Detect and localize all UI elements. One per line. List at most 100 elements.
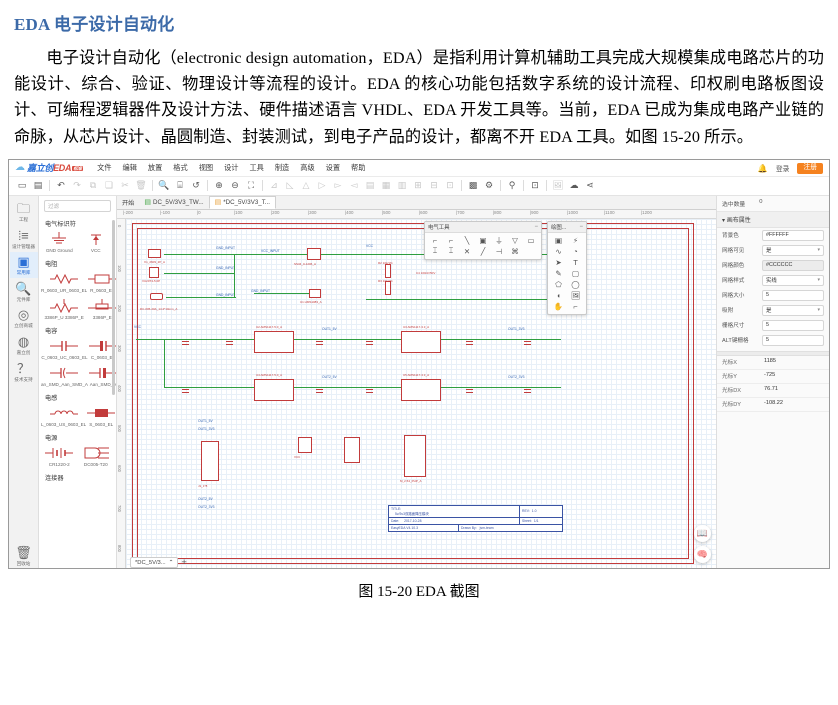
header-j3[interactable] [344, 437, 360, 463]
netflag2-icon[interactable]: ⌶ [443, 246, 459, 257]
settings-gear-icon[interactable]: ⚙ [481, 178, 497, 194]
tab-start[interactable]: 开始 [117, 196, 139, 209]
library-item[interactable]: CR1220-2 [41, 443, 78, 470]
pie-icon[interactable]: ◖ [550, 290, 567, 301]
bus-tool-icon[interactable]: ⌐ [443, 235, 459, 246]
app-logo[interactable]: 嘉立创EDA标准 [27, 161, 83, 174]
pcb-convert-icon[interactable]: ⊡ [527, 178, 543, 194]
bell-icon[interactable]: 🔔 [758, 164, 768, 173]
library-item[interactable]: S_0603_EL [86, 403, 116, 430]
undo-icon[interactable]: ↶ [53, 178, 69, 194]
library-scroll-area[interactable]: 电气标识符GND GroundVCC电阻R_0603_UR_0603_ELR_0… [39, 216, 116, 569]
grid-toggle-icon[interactable]: ▩ [465, 178, 481, 194]
minimize-icon[interactable]: − [534, 224, 538, 230]
zoom-out-icon[interactable]: ⊖ [227, 178, 243, 194]
library-item[interactable]: VCC [78, 229, 115, 256]
pin-icon[interactable]: ╱ [475, 246, 491, 257]
register-button[interactable]: 注册 [797, 163, 823, 174]
no-connect-icon[interactable]: ✕ [459, 246, 475, 257]
sidebar-item-jlc[interactable]: ◍嘉立创 [10, 332, 38, 358]
menu-item-5[interactable]: 设计 [219, 163, 244, 173]
header-j1[interactable] [201, 441, 219, 481]
arc-icon[interactable]: ∿ [550, 246, 567, 257]
connector-p3[interactable] [150, 293, 163, 300]
regulator-u4[interactable] [254, 379, 294, 401]
schematic-sheet[interactable]: Xn_2609_2P_A VU20T4-5.0P DC-005-20A_14.2… [126, 219, 716, 569]
zoom-in-icon[interactable]: ⊕ [211, 178, 227, 194]
menu-item-4[interactable]: 视图 [193, 163, 218, 173]
property-select[interactable]: 实线▾ [762, 275, 824, 286]
share-icon[interactable]: ⋖ [582, 178, 598, 194]
save-icon[interactable]: ▤ [30, 178, 46, 194]
library-item[interactable]: DC005-T20 [78, 443, 115, 470]
sidebar-item-common-library[interactable]: ▣常用库 [10, 252, 38, 278]
drawing-tools-palette[interactable]: 绘图... − ▣⚡∿◔➤T✎▢⬠◯◖🖼✋⌐ [547, 221, 587, 315]
bus-entry-icon[interactable]: ╲ [459, 235, 475, 246]
regulator-u3[interactable] [401, 331, 441, 353]
property-select[interactable]: 是▾ [762, 305, 824, 316]
open-file-icon[interactable]: ▭ [14, 178, 30, 194]
regulator-u1[interactable] [309, 289, 321, 298]
menu-item-10[interactable]: 帮助 [346, 163, 371, 173]
menu-item-0[interactable]: 文件 [92, 163, 117, 173]
menu-item-3[interactable]: 格式 [168, 163, 193, 173]
connector-p2[interactable] [149, 267, 159, 278]
resistor-r2[interactable] [385, 264, 391, 278]
sheet-tab[interactable]: *DC_5V/3... ⌃ [130, 557, 178, 568]
find-replace-icon[interactable]: ⌸ [172, 178, 188, 194]
cloud-save-icon[interactable]: ☁ [566, 178, 582, 194]
image-icon[interactable]: ▣ [550, 235, 567, 246]
text-icon[interactable]: T [567, 257, 584, 268]
drc-check-icon[interactable]: ⚲ [504, 178, 520, 194]
menu-item-7[interactable]: 制造 [269, 163, 294, 173]
search-icon[interactable]: 🔍 [156, 178, 172, 194]
property-input[interactable]: 5 [762, 335, 824, 346]
regulator-u2[interactable] [254, 331, 294, 353]
sidebar-item-component-library[interactable]: 🔍元件库 [10, 279, 38, 305]
menu-item-6[interactable]: 工具 [244, 163, 269, 173]
ai-assistant-fab[interactable]: 🧠 [694, 546, 711, 563]
docs-fab[interactable]: 📖 [694, 525, 711, 542]
library-filter-input[interactable]: 过滤 [44, 200, 111, 212]
polygon-icon[interactable]: ⬠ [550, 279, 567, 290]
chevron-up-icon[interactable]: ⌃ [169, 560, 174, 566]
wire-tool-icon[interactable]: ⌐ [427, 235, 443, 246]
library-item[interactable]: GND Ground [41, 229, 78, 256]
hand-icon[interactable]: ✋ [550, 301, 567, 312]
collapse-triangle-icon[interactable]: ▾ [722, 218, 725, 224]
menu-item-9[interactable]: 设置 [320, 163, 345, 173]
library-item[interactable]: 3386P_U 3386P_E [41, 296, 87, 323]
corner-icon[interactable]: ⌐ [567, 301, 584, 312]
connector-p1[interactable] [148, 249, 161, 258]
bus-pin-icon[interactable]: ⊣ [491, 246, 507, 257]
property-input[interactable]: #FFFFFF [762, 230, 824, 241]
regulator-u5[interactable] [401, 379, 441, 401]
library-scrollbar[interactable] [112, 220, 115, 395]
palette-header[interactable]: 绘图... − [548, 222, 586, 233]
pencil-icon[interactable]: ✎ [550, 268, 567, 279]
property-input[interactable]: 5 [762, 290, 824, 301]
electrical-tools-palette[interactable]: 电气工具 − ⌐⌐╲▣⏚▽▭⌶⌶✕╱⊣⌘ [424, 221, 542, 260]
property-select[interactable]: 是▾ [762, 245, 824, 256]
palette-header[interactable]: 电气工具 − [425, 222, 541, 233]
library-item[interactable]: C_0603_UC_0603_EL [41, 336, 88, 363]
vcc-icon[interactable]: ▽ [507, 235, 523, 246]
menu-item-2[interactable]: 放置 [142, 163, 167, 173]
add-sheet-button[interactable]: + [181, 558, 186, 567]
ellipse-icon[interactable]: ◯ [567, 279, 584, 290]
mosfet-q1[interactable] [307, 248, 321, 260]
library-item[interactable]: R_0603_UR_0603_EL [41, 269, 87, 296]
fit-view-icon[interactable]: ⛶ [243, 178, 259, 194]
rectangle-icon[interactable]: ▢ [567, 268, 584, 279]
tab-sch-2[interactable]: ▤*DC_5V/3V3_T... [209, 196, 276, 209]
circle-arc-icon[interactable]: ◔ [567, 246, 584, 257]
header-j4[interactable] [404, 435, 426, 477]
gnd-icon[interactable]: ⏚ [491, 235, 507, 246]
sheet-symbol-icon[interactable]: ⌘ [507, 246, 523, 257]
chevron-down-icon[interactable]: ▾ [817, 307, 820, 313]
netport-icon[interactable]: ▭ [523, 235, 539, 246]
polyline-icon[interactable]: ⚡ [567, 235, 584, 246]
sidebar-item-lcsc-mall[interactable]: ◎立创商城 [10, 305, 38, 331]
chevron-down-icon[interactable]: ▾ [817, 277, 820, 283]
sidebar-item-recycle-bin[interactable]: 🗑回收站 [10, 543, 38, 569]
